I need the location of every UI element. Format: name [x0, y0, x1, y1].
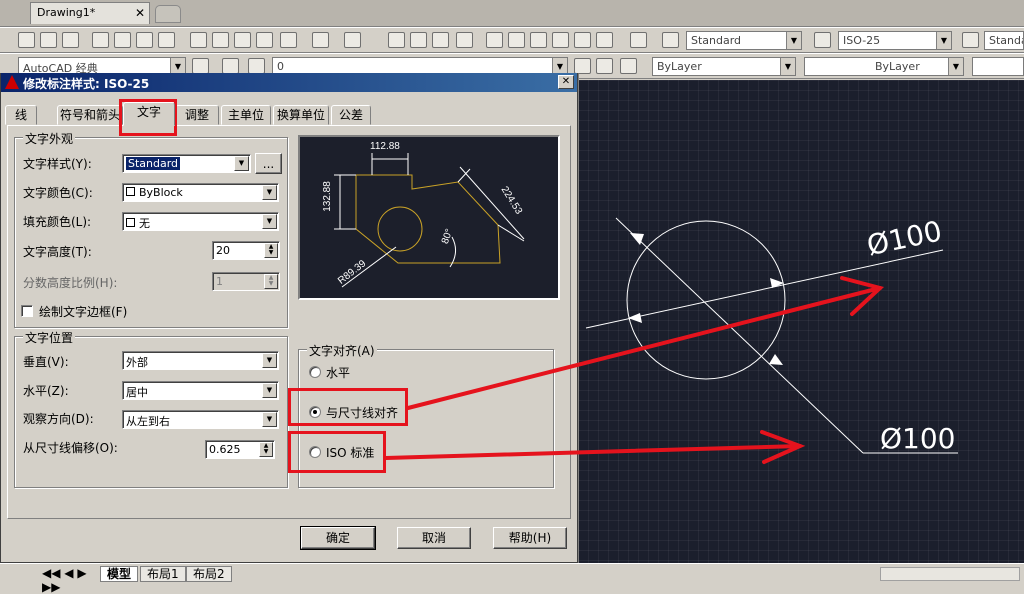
annotation-arrows	[384, 276, 885, 464]
tab-model[interactable]: 模型	[100, 566, 139, 582]
tab-text[interactable]: 文字	[123, 102, 175, 126]
horizontal-scrollbar[interactable]	[880, 567, 1020, 581]
tab-layout1[interactable]: 布局1	[140, 566, 186, 582]
layout-nav-arrows[interactable]: ◀◀ ◀ ▶ ▶▶	[36, 566, 98, 594]
arrow-shaft	[406, 286, 882, 410]
arrow-shaft	[384, 444, 802, 460]
layout-tab-bar: ◀◀ ◀ ▶ ▶▶ 模型 布局1 布局2	[0, 563, 1024, 594]
tab-layout2[interactable]: 布局2	[186, 566, 232, 582]
